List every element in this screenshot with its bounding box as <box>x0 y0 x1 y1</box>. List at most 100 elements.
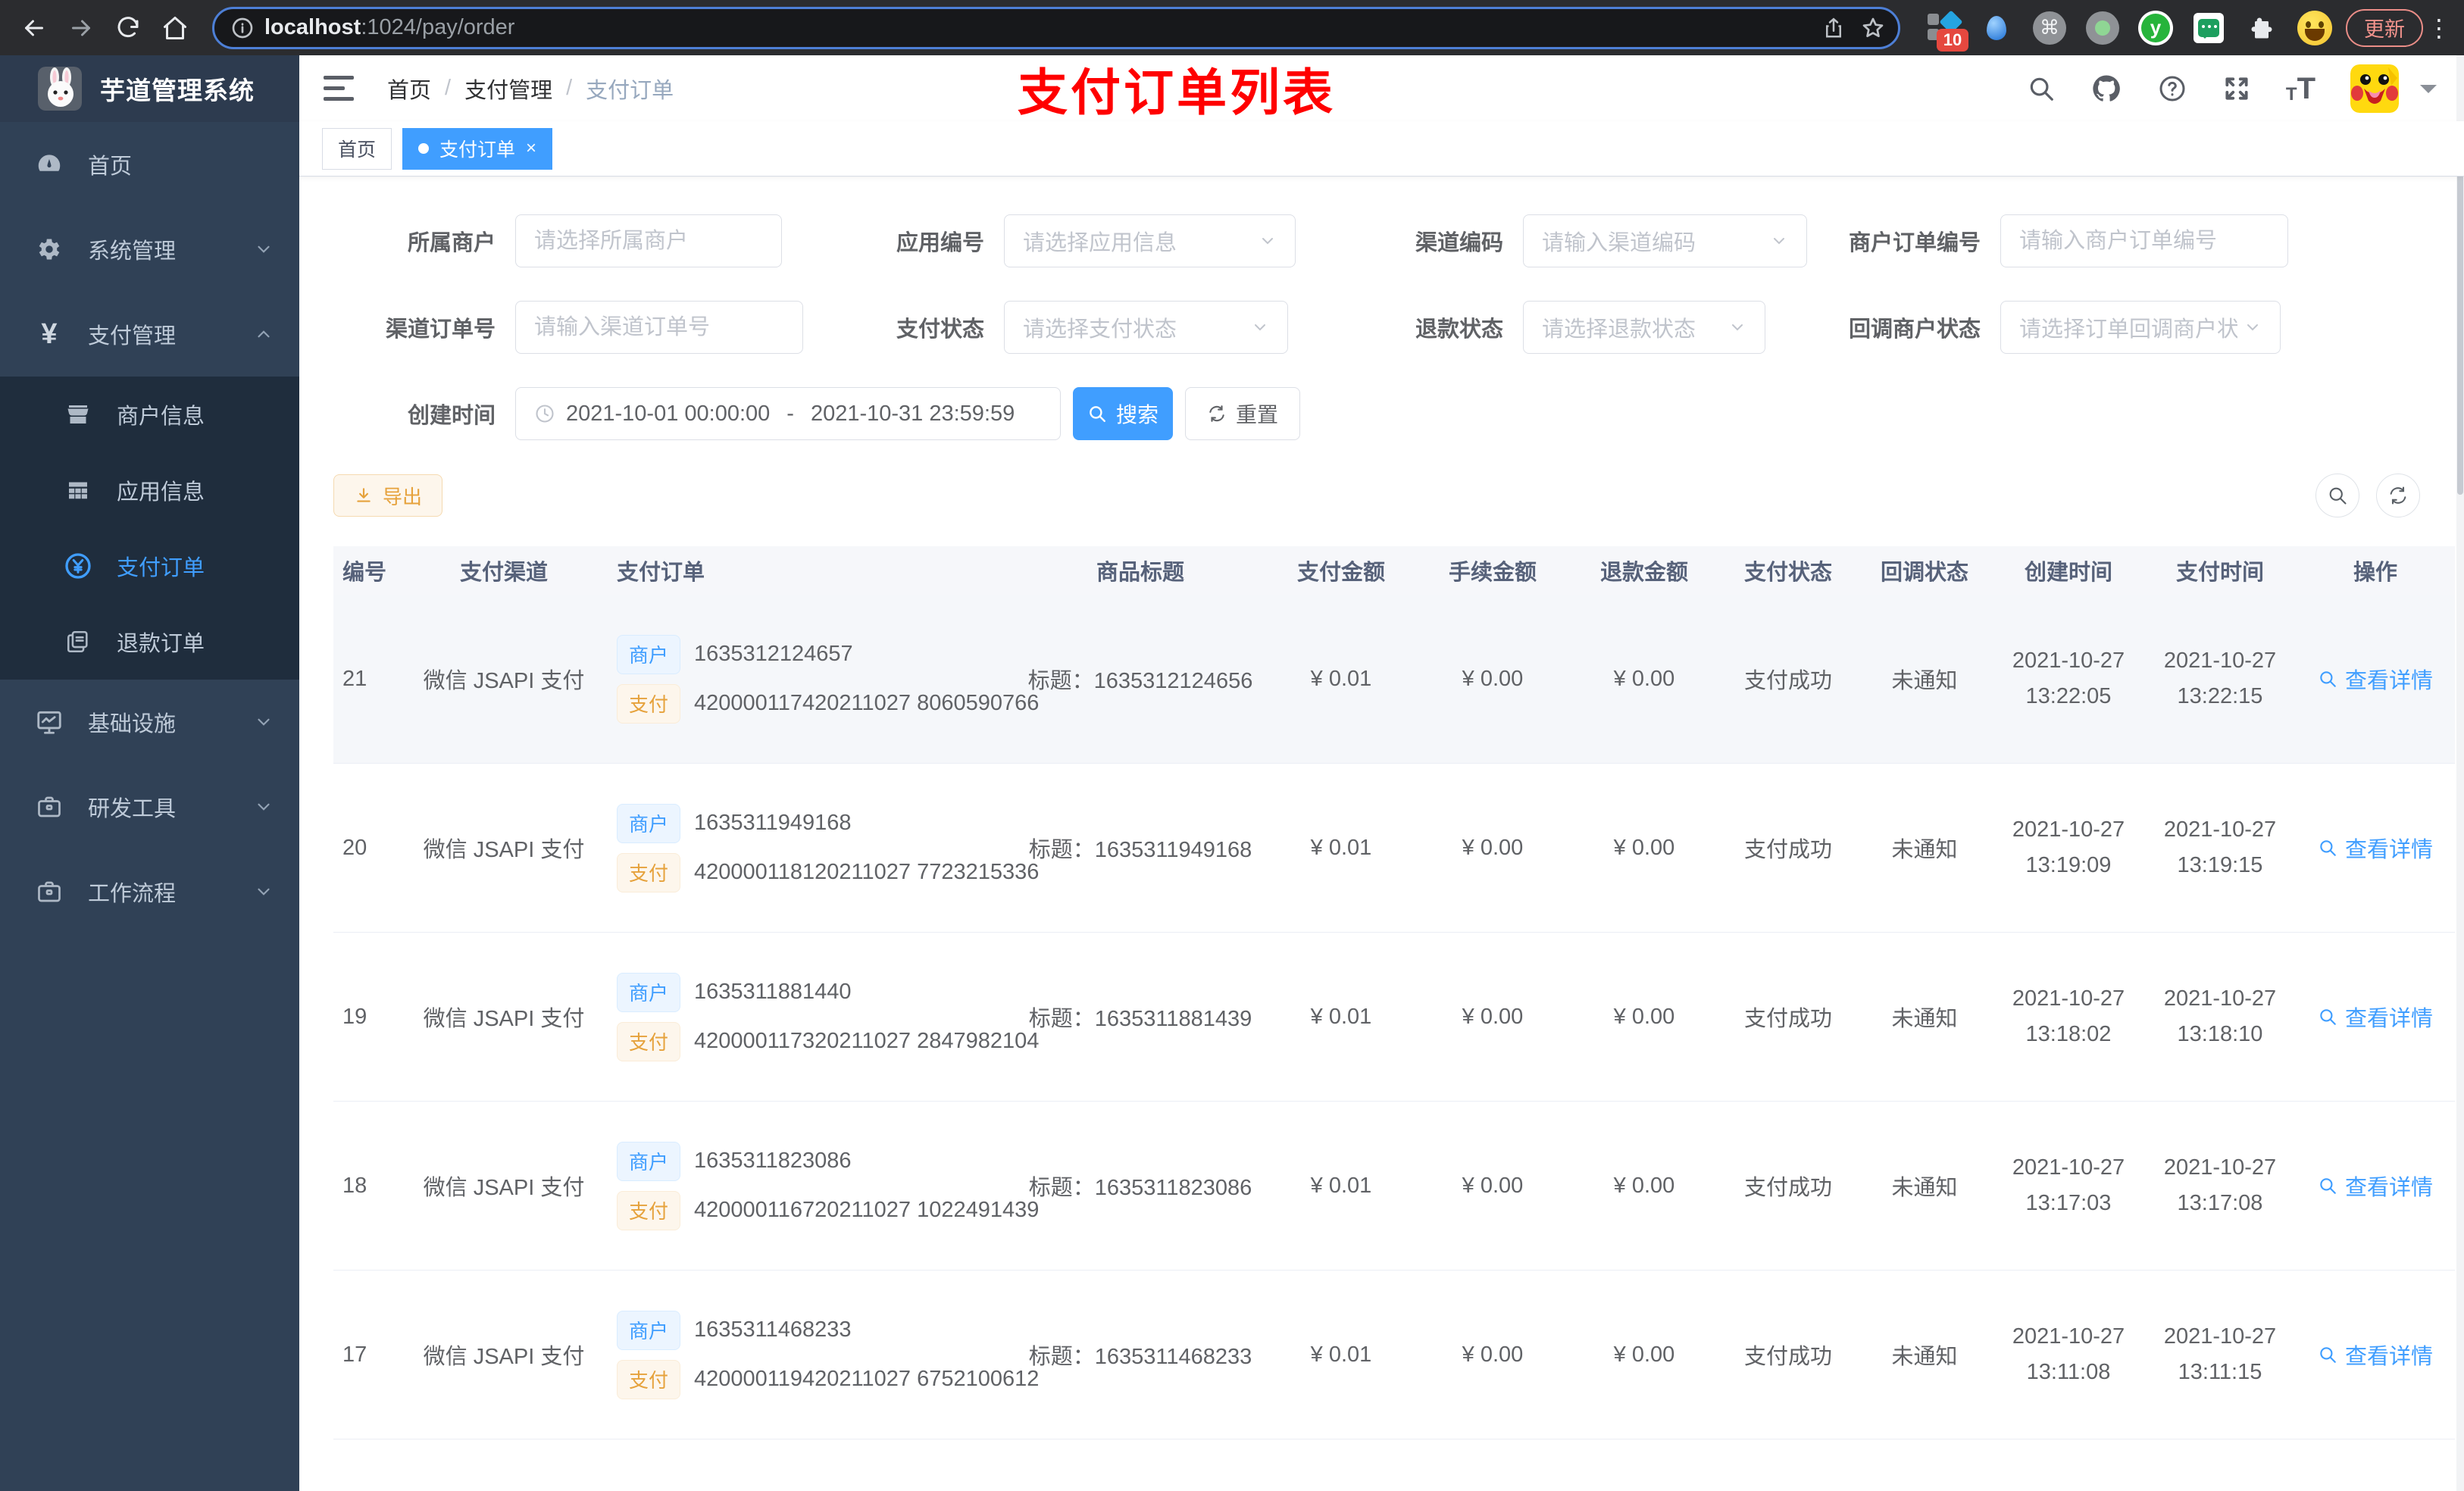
bookmark-star-icon[interactable] <box>1856 11 1890 45</box>
cell-refund-amount: ¥ 0.00 <box>1568 595 1720 764</box>
github-icon[interactable] <box>2090 73 2122 105</box>
sidebar-item-merchant-info[interactable]: 商户信息 <box>0 377 299 452</box>
cell-id: 20 <box>333 763 417 933</box>
cell-fee-amount: ¥ 0.00 <box>1417 763 1568 933</box>
filter-label-app-id: 应用编号 <box>896 231 984 255</box>
extension-balloon-icon[interactable] <box>1979 11 2014 45</box>
sidebar-item-refund-order[interactable]: 退款订单 <box>0 604 299 680</box>
reset-button[interactable]: 重置 <box>1185 387 1300 440</box>
cell-pay-status: 支付成功 <box>1720 595 1856 764</box>
sidebar-item-dev-tools[interactable]: 研发工具 <box>0 764 299 849</box>
extension-dot-icon[interactable] <box>2085 11 2120 45</box>
sidebar-item-system[interactable]: 系统管理 <box>0 207 299 292</box>
cell-title: 标题：1635311468233 <box>1015 1270 1265 1439</box>
view-detail-link[interactable]: 查看详情 <box>2318 832 2433 864</box>
user-avatar[interactable] <box>2350 64 2399 113</box>
cell-pay-time: 2021-10-27 13:17:08 <box>2144 1101 2296 1271</box>
sidebar-item-pay-order[interactable]: 支付订单 <box>0 528 299 604</box>
url-text[interactable]: localhost:1024/pay/order <box>264 15 514 40</box>
browser-forward-button[interactable] <box>59 6 103 50</box>
browser-update-button[interactable]: 更新 <box>2346 8 2423 47</box>
search-icon <box>2320 840 2336 856</box>
sidebar-item-home[interactable]: 首页 <box>0 122 299 207</box>
app-select[interactable]: 请选择应用信息 <box>1004 214 1296 267</box>
table-row[interactable]: 20 微信 JSAPI 支付 商户 1635311949168 支付 4200001… <box>333 763 2455 933</box>
cell-title <box>1015 1439 1265 1491</box>
extension-y-icon[interactable]: y <box>2138 10 2173 45</box>
sidebar-item-pay[interactable]: ¥ 支付管理 <box>0 292 299 377</box>
chevron-down-icon <box>254 797 274 817</box>
page-scrollbar[interactable] <box>2456 55 2464 1491</box>
sidebar-item-workflow[interactable]: 工作流程 <box>0 849 299 934</box>
view-detail-link[interactable]: 查看详情 <box>2318 1001 2433 1033</box>
sidebar-item-infrastructure[interactable]: 基础设施 <box>0 680 299 764</box>
extension-chat-icon[interactable] <box>2191 11 2226 45</box>
site-info-icon[interactable] <box>225 11 260 45</box>
table-row[interactable]: 21 微信 JSAPI 支付 商户 1635312124657 支付 4200001… <box>333 595 2455 764</box>
sidebar-item-label: 首页 <box>88 155 133 179</box>
sidebar-menu: 首页 系统管理 ¥ 支付管理 商户信息 应用信息 支付订单 退款订单 基础设施 … <box>0 122 299 1491</box>
channel-order-no-input[interactable] <box>515 301 803 354</box>
fullscreen-icon[interactable] <box>2222 74 2251 103</box>
sidebar-collapse-icon[interactable] <box>324 71 358 106</box>
extensions-puzzle-icon[interactable] <box>2244 11 2279 45</box>
channel-code-select[interactable]: 请输入渠道编码 <box>1523 214 1807 267</box>
chevron-down-icon <box>254 882 274 902</box>
export-button[interactable]: 导出 <box>333 474 443 517</box>
notify-status-select[interactable]: 请选择订单回调商户状态 <box>2000 301 2281 354</box>
breadcrumb-home[interactable]: 首页 <box>387 73 431 105</box>
briefcase-icon <box>32 793 67 821</box>
view-detail-link[interactable]: 查看详情 <box>2318 1339 2433 1371</box>
cell-id: 18 <box>333 1101 417 1271</box>
close-icon[interactable]: × <box>526 138 536 159</box>
refresh-icon <box>1209 405 1224 422</box>
address-bar[interactable]: localhost:1024/pay/order <box>212 6 1900 49</box>
pay-status-select[interactable]: 请选择支付状态 <box>1004 301 1288 354</box>
view-detail-link[interactable]: 查看详情 <box>2318 1170 2433 1202</box>
avatar-caret-icon[interactable] <box>2420 84 2437 102</box>
scrollbar-thumb[interactable] <box>2457 131 2463 495</box>
chevron-down-icon <box>254 239 274 259</box>
font-size-icon[interactable]: TT <box>2286 73 2315 104</box>
tab-pay-order[interactable]: 支付订单 × <box>402 127 553 170</box>
create-time-range-picker[interactable]: 2021-10-01 00:00:00 - 2021-10-31 23:59:5… <box>515 387 1061 440</box>
table-header-row: 编号 支付渠道 支付订单 商品标题 支付金额 手续金额 退款金额 支付状态 回调… <box>333 546 2455 595</box>
share-icon[interactable] <box>1816 11 1851 45</box>
table-row[interactable]: 商户1635311354736 <box>333 1439 2455 1491</box>
cell-refund-amount: ¥ 0.00 <box>1568 763 1720 933</box>
filter-label-pay-status: 支付状态 <box>896 317 984 342</box>
toggle-search-button[interactable] <box>2315 474 2359 517</box>
browser-back-button[interactable] <box>12 6 56 50</box>
browser-home-button[interactable] <box>153 6 197 50</box>
cell-create-time: 2021-10-27 13:17:03 <box>1993 1101 2144 1271</box>
browser-reload-button[interactable] <box>106 6 150 50</box>
help-icon[interactable] <box>2157 73 2187 104</box>
search-icon[interactable] <box>2027 74 2056 103</box>
cell-pay-amount: ¥ 0.01 <box>1265 932 1417 1102</box>
breadcrumb-pay-manage[interactable]: 支付管理 <box>464 73 552 105</box>
merchant-select-input[interactable] <box>515 214 782 267</box>
refresh-table-button[interactable] <box>2376 474 2420 517</box>
refund-status-select[interactable]: 请选择退款状态 <box>1523 301 1765 354</box>
merchant-order-no-input[interactable] <box>2000 214 2288 267</box>
cell-title: 标题：1635311823086 <box>1015 1101 1265 1271</box>
app-logo[interactable]: 芋道管理系统 <box>0 55 299 122</box>
chevron-down-icon <box>1251 318 1269 336</box>
extension-command-icon[interactable]: ⌘ <box>2032 11 2067 45</box>
profile-avatar-icon[interactable] <box>2297 10 2332 45</box>
table-row[interactable]: 19 微信 JSAPI 支付 商户 1635311881440 支付 4200001… <box>333 932 2455 1102</box>
filter-row-3: 创建时间 2021-10-01 00:00:00 - 2021-10-31 23… <box>333 387 2464 440</box>
table-row[interactable]: 18 微信 JSAPI 支付 商户 1635311823086 支付 4200001… <box>333 1101 2455 1271</box>
cell-actions <box>2296 1439 2455 1491</box>
extension-tabs-icon[interactable]: 10 <box>1926 9 1968 52</box>
tab-home[interactable]: 首页 <box>322 127 392 170</box>
view-detail-link[interactable]: 查看详情 <box>2318 663 2433 695</box>
browser-menu-icon[interactable]: ⋮ <box>2426 14 2452 42</box>
col-pay-status: 支付状态 <box>1720 546 1856 595</box>
filter-row-2: 渠道订单号 支付状态 请选择支付状态 退款状态 请选择退款状态 回调商户状态 请… <box>333 301 2464 354</box>
search-button[interactable]: 搜索 <box>1073 387 1173 440</box>
cell-channel: 微信 JSAPI 支付 <box>417 1270 591 1439</box>
table-row[interactable]: 17 微信 JSAPI 支付 商户 1635311468233 支付 4200001… <box>333 1270 2455 1439</box>
cell-fee-amount: ¥ 0.00 <box>1417 1270 1568 1439</box>
sidebar-item-app-info[interactable]: 应用信息 <box>0 452 299 528</box>
